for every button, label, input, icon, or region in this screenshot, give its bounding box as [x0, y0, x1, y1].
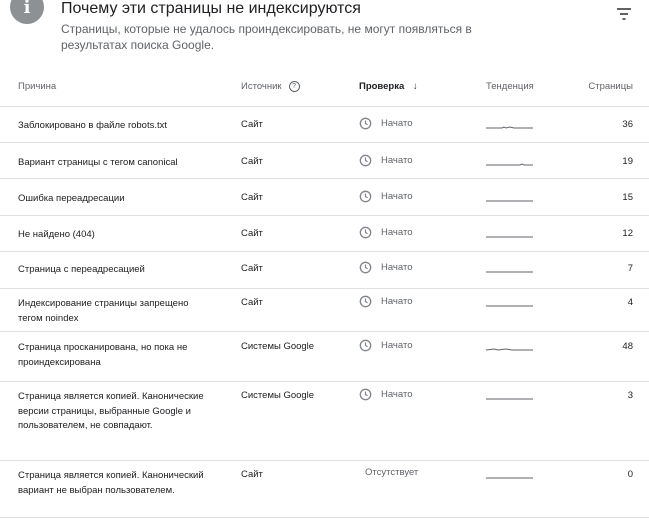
clock-icon	[359, 295, 372, 308]
row-pages-count: 48	[622, 341, 633, 352]
row-source: Сайт	[241, 119, 263, 130]
table-row[interactable]: Вариант страницы с тегом canonical Сайт …	[0, 143, 649, 179]
column-source[interactable]: Источник?	[241, 81, 300, 92]
row-check-status: Начато	[359, 190, 413, 203]
row-check-status: Начато	[359, 261, 413, 274]
row-reason: Вариант страницы с тегом canonical	[18, 157, 178, 168]
column-reason[interactable]: Причина	[18, 81, 56, 92]
row-reason: Страница с переадресацией	[18, 264, 145, 275]
row-check-label: Начато	[381, 191, 413, 202]
trend-sparkline	[486, 163, 533, 166]
clock-icon	[359, 388, 372, 401]
row-source: Сайт	[241, 192, 263, 203]
info-icon: i	[10, 0, 44, 24]
row-reason: Страница является копией. Канонический в…	[18, 470, 204, 496]
row-check-status: Начато	[359, 226, 413, 239]
clock-icon	[359, 226, 372, 239]
row-reason: Страница является копией. Канонические в…	[18, 391, 204, 431]
column-source-label: Источник	[241, 81, 282, 93]
row-pages-count: 3	[627, 390, 633, 401]
row-reason: Заблокировано в файле robots.txt	[18, 120, 168, 131]
page-subtitle: Страницы, которые не удалось проиндексир…	[61, 22, 472, 52]
clock-icon	[359, 117, 372, 130]
row-check-label: Начато	[381, 389, 413, 400]
row-check-label: Начато	[381, 118, 413, 129]
row-reason: Не найдено (404)	[18, 229, 95, 240]
column-check[interactable]: Проверка ↓	[359, 81, 418, 92]
table-row[interactable]: Не найдено (404) Сайт Начато 12	[0, 216, 649, 252]
row-pages-count: 0	[627, 469, 633, 480]
trend-sparkline	[486, 398, 533, 400]
filter-icon[interactable]	[614, 6, 634, 22]
row-check-label: Начато	[381, 227, 413, 238]
row-source: Системы Google	[241, 390, 315, 401]
clock-icon	[359, 339, 372, 352]
table-row[interactable]: Страница является копией. Канонические в…	[0, 382, 649, 461]
row-check-label: Отсутствует	[365, 467, 419, 478]
clock-icon	[359, 190, 372, 203]
row-check-label: Начато	[381, 262, 413, 273]
table-row[interactable]: Индексирование страницы запрещено тегом …	[0, 289, 649, 332]
row-pages-count: 15	[622, 192, 633, 203]
row-source: Сайт	[241, 469, 263, 480]
row-pages-count: 4	[627, 297, 633, 308]
row-pages-count: 12	[622, 228, 633, 239]
trend-sparkline	[486, 271, 533, 273]
row-source: Сайт	[241, 297, 263, 308]
row-reason: Индексирование страницы запрещено тегом …	[18, 298, 189, 324]
sort-arrow-down-icon: ↓	[412, 81, 418, 92]
row-reason: Ошибка переадресации	[18, 193, 125, 204]
row-pages-count: 36	[622, 119, 633, 130]
row-check-status: Начато	[359, 154, 413, 167]
row-source: Сайт	[241, 156, 263, 167]
row-check-label: Начато	[381, 340, 413, 351]
trend-sparkline	[486, 236, 533, 238]
row-check-status: Начато	[359, 117, 413, 130]
row-check-status: Отсутствует	[365, 467, 418, 478]
table-row[interactable]: Ошибка переадресации Сайт Начато 15	[0, 179, 649, 216]
row-pages-count: 19	[622, 156, 633, 167]
row-source: Сайт	[241, 263, 263, 274]
row-check-status: Начато	[359, 339, 413, 352]
trend-sparkline	[486, 348, 533, 351]
column-check-label: Проверка	[359, 81, 405, 92]
column-pages[interactable]: Страницы	[580, 81, 633, 92]
row-check-label: Начато	[381, 155, 413, 166]
clock-icon	[359, 261, 372, 274]
table-row[interactable]: Страница является копией. Канонический в…	[0, 461, 649, 518]
table-row[interactable]: Заблокировано в файле robots.txt Сайт На…	[0, 106, 649, 143]
row-check-status: Начато	[359, 388, 413, 401]
row-check-status: Начато	[359, 295, 413, 308]
table-row[interactable]: Страница просканирована, но пока не прои…	[0, 332, 649, 382]
trend-line	[486, 126, 533, 129]
trend-sparkline	[486, 477, 533, 479]
page-header: i Почему эти страницы не индексируются С…	[0, 0, 649, 60]
table-row[interactable]: Страница с переадресацией Сайт Начато 7	[0, 252, 649, 289]
table-body: Заблокировано в файле robots.txt Сайт На…	[0, 106, 649, 518]
row-source: Системы Google	[241, 341, 315, 352]
trend-sparkline	[486, 200, 533, 202]
row-source: Сайт	[241, 228, 263, 239]
column-trend: Тенденция	[486, 81, 534, 92]
table-header: Причина Источник? Проверка ↓ Тенденция С…	[0, 70, 649, 107]
row-check-label: Начато	[381, 296, 413, 307]
trend-line	[486, 348, 533, 351]
trend-sparkline	[486, 305, 533, 307]
row-pages-count: 7	[627, 263, 633, 274]
clock-icon	[359, 154, 372, 167]
row-reason: Страница просканирована, но пока не прои…	[18, 342, 188, 368]
help-icon[interactable]: ?	[288, 81, 300, 92]
trend-line	[486, 163, 533, 166]
trend-sparkline	[486, 126, 533, 129]
page-title: Почему эти страницы не индексируются	[61, 0, 361, 17]
